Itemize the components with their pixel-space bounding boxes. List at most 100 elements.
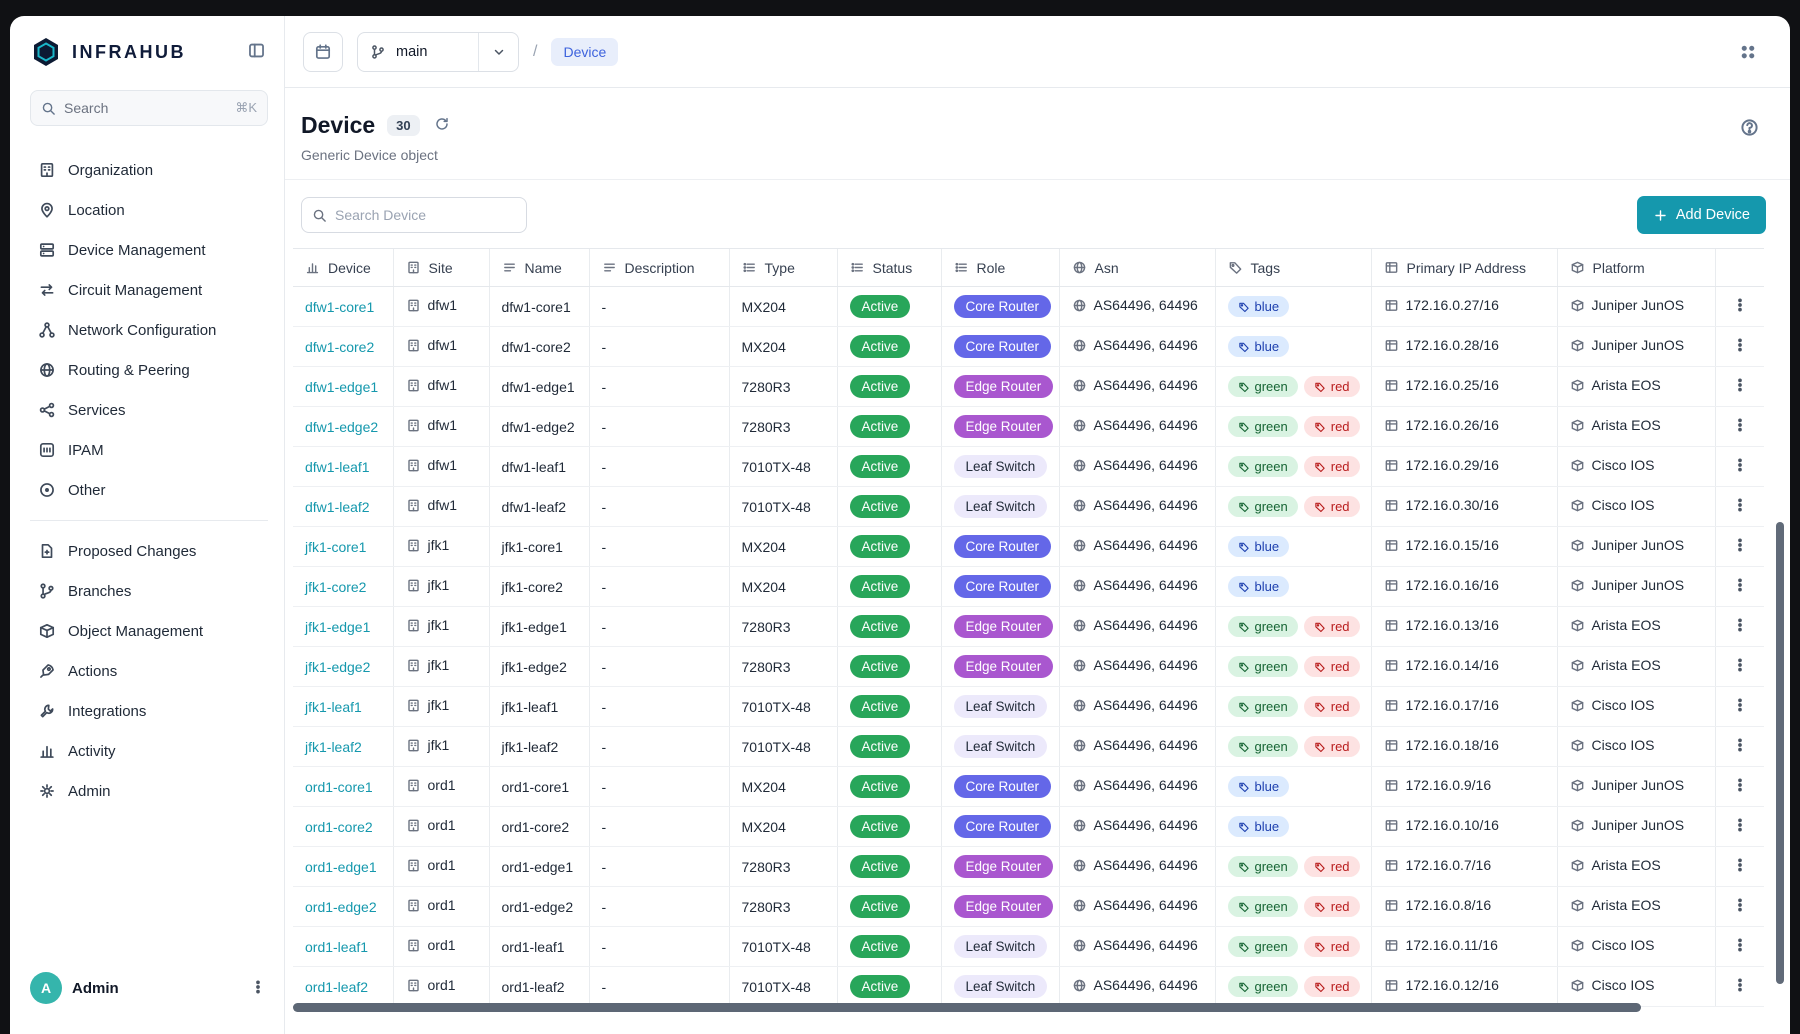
cell-primary-ip: 172.16.0.27/16 bbox=[1370, 286, 1557, 327]
device-link[interactable]: ord1-core1 bbox=[305, 779, 373, 795]
row-menu-button[interactable] bbox=[1730, 375, 1750, 398]
row-menu-button[interactable] bbox=[1730, 735, 1750, 758]
cell-status: Active bbox=[836, 286, 941, 327]
cell-primary-ip: 172.16.0.30/16 bbox=[1370, 486, 1557, 527]
help-icon bbox=[1739, 117, 1760, 138]
sidebar-item-actions[interactable]: Actions bbox=[30, 651, 268, 691]
device-link[interactable]: jfk1-core2 bbox=[305, 579, 366, 595]
globe-icon bbox=[1072, 578, 1087, 593]
sidebar-item-ipam[interactable]: IPAM bbox=[30, 430, 268, 470]
cell-type: MX204 bbox=[728, 526, 837, 567]
column-header-description[interactable]: Description bbox=[588, 248, 729, 287]
row-menu-button[interactable] bbox=[1730, 895, 1750, 918]
sidebar-item-services[interactable]: Services bbox=[30, 390, 268, 430]
cell-type: 7280R3 bbox=[728, 846, 837, 887]
column-header-asn[interactable]: Asn bbox=[1058, 248, 1215, 287]
cell-platform: Arista EOS bbox=[1556, 606, 1715, 647]
sidebar-item-device-management[interactable]: Device Management bbox=[30, 230, 268, 270]
rocket-icon bbox=[38, 662, 56, 680]
tag-icon bbox=[1314, 421, 1326, 433]
row-menu-button[interactable] bbox=[1730, 935, 1750, 958]
sidebar-item-admin[interactable]: Admin bbox=[30, 771, 268, 811]
collapse-sidebar-button[interactable] bbox=[245, 39, 268, 65]
device-link[interactable]: jfk1-leaf2 bbox=[305, 739, 362, 755]
globe-icon bbox=[1072, 738, 1087, 753]
sidebar-item-circuit-management[interactable]: Circuit Management bbox=[30, 270, 268, 310]
sidebar-item-integrations[interactable]: Integrations bbox=[30, 691, 268, 731]
sidebar-item-branches[interactable]: Branches bbox=[30, 571, 268, 611]
column-header-type[interactable]: Type bbox=[728, 248, 837, 287]
breadcrumb-current[interactable]: Device bbox=[551, 37, 619, 66]
device-link[interactable]: jfk1-edge1 bbox=[305, 619, 370, 635]
sidebar-item-object-management[interactable]: Object Management bbox=[30, 611, 268, 651]
device-link[interactable]: dfw1-core2 bbox=[305, 339, 374, 355]
sidebar-item-other[interactable]: Other bbox=[30, 470, 268, 510]
row-menu-button[interactable] bbox=[1730, 855, 1750, 878]
branch-dropdown-toggle[interactable] bbox=[478, 32, 518, 71]
device-link[interactable]: ord1-edge1 bbox=[305, 859, 377, 875]
device-link[interactable]: dfw1-leaf2 bbox=[305, 499, 370, 515]
apps-menu-button[interactable] bbox=[1728, 31, 1768, 72]
device-link[interactable]: ord1-core2 bbox=[305, 819, 373, 835]
column-header-role[interactable]: Role bbox=[940, 248, 1059, 287]
sidebar-item-location[interactable]: Location bbox=[30, 190, 268, 230]
tag-icon bbox=[1314, 901, 1326, 913]
globe-icon bbox=[1072, 778, 1087, 793]
column-header-device[interactable]: Device bbox=[293, 248, 393, 287]
row-menu-button[interactable] bbox=[1730, 615, 1750, 638]
device-link[interactable]: dfw1-leaf1 bbox=[305, 459, 370, 475]
sidebar-item-network-configuration[interactable]: Network Configuration bbox=[30, 310, 268, 350]
column-header-status[interactable]: Status bbox=[836, 248, 941, 287]
device-search-input[interactable] bbox=[333, 206, 516, 224]
device-link[interactable]: ord1-edge2 bbox=[305, 899, 377, 915]
device-link[interactable]: dfw1-edge1 bbox=[305, 379, 378, 395]
row-menu-button[interactable] bbox=[1730, 975, 1750, 998]
row-menu-button[interactable] bbox=[1730, 415, 1750, 438]
column-header-platform[interactable]: Platform bbox=[1556, 248, 1715, 287]
refresh-button[interactable] bbox=[432, 114, 452, 137]
column-header-primary-ip-address[interactable]: Primary IP Address bbox=[1370, 248, 1557, 287]
add-device-button[interactable]: Add Device bbox=[1636, 196, 1766, 234]
tag-badge: red bbox=[1303, 936, 1360, 957]
user-menu-button[interactable] bbox=[248, 977, 268, 1000]
branch-selector[interactable]: main bbox=[357, 31, 519, 72]
date-picker-button[interactable] bbox=[303, 31, 343, 72]
horizontal-scrollbar[interactable] bbox=[293, 1003, 1641, 1012]
cell-device: jfk1-core2 bbox=[293, 566, 393, 607]
row-menu-button[interactable] bbox=[1730, 575, 1750, 598]
device-link[interactable]: jfk1-leaf1 bbox=[305, 699, 362, 715]
sidebar-item-activity[interactable]: Activity bbox=[30, 731, 268, 771]
device-link[interactable]: dfw1-edge2 bbox=[305, 419, 378, 435]
vertical-scrollbar[interactable] bbox=[1776, 522, 1784, 984]
column-header-tags[interactable]: Tags bbox=[1214, 248, 1371, 287]
column-header-site[interactable]: Site bbox=[392, 248, 489, 287]
device-link[interactable]: jfk1-edge2 bbox=[305, 659, 370, 675]
device-link[interactable]: ord1-leaf2 bbox=[305, 979, 368, 995]
sidebar-item-routing-peering[interactable]: Routing & Peering bbox=[30, 350, 268, 390]
row-menu-button[interactable] bbox=[1730, 335, 1750, 358]
device-link[interactable]: ord1-leaf1 bbox=[305, 939, 368, 955]
sidebar-search[interactable]: Search ⌘K bbox=[30, 90, 268, 126]
row-menu-button[interactable] bbox=[1730, 295, 1750, 318]
row-menu-button[interactable] bbox=[1730, 775, 1750, 798]
user-menu[interactable]: A Admin bbox=[30, 972, 268, 1004]
cell-description: - bbox=[588, 926, 729, 967]
server-icon bbox=[38, 241, 56, 259]
row-menu-button[interactable] bbox=[1730, 655, 1750, 678]
row-menu-button[interactable] bbox=[1730, 815, 1750, 838]
content: Device 30 Generic Device object Search D… bbox=[285, 88, 1790, 1034]
column-header-name[interactable]: Name bbox=[488, 248, 589, 287]
sidebar-item-proposed-changes[interactable]: Proposed Changes bbox=[30, 531, 268, 571]
row-menu-button[interactable] bbox=[1730, 455, 1750, 478]
row-menu-button[interactable] bbox=[1730, 495, 1750, 518]
tag-badge: blue bbox=[1227, 576, 1290, 597]
help-button[interactable] bbox=[1733, 116, 1766, 142]
device-link[interactable]: jfk1-core1 bbox=[305, 539, 366, 555]
sidebar-item-label: Admin bbox=[68, 782, 111, 800]
device-link[interactable]: dfw1-core1 bbox=[305, 299, 374, 315]
sidebar-item-organization[interactable]: Organization bbox=[30, 150, 268, 190]
row-menu-button[interactable] bbox=[1730, 695, 1750, 718]
table-row: jfk1-leaf1 jfk1 jfk1-leaf1 - 7010TX-48 A… bbox=[293, 686, 1764, 727]
cell-description: - bbox=[588, 446, 729, 487]
row-menu-button[interactable] bbox=[1730, 535, 1750, 558]
